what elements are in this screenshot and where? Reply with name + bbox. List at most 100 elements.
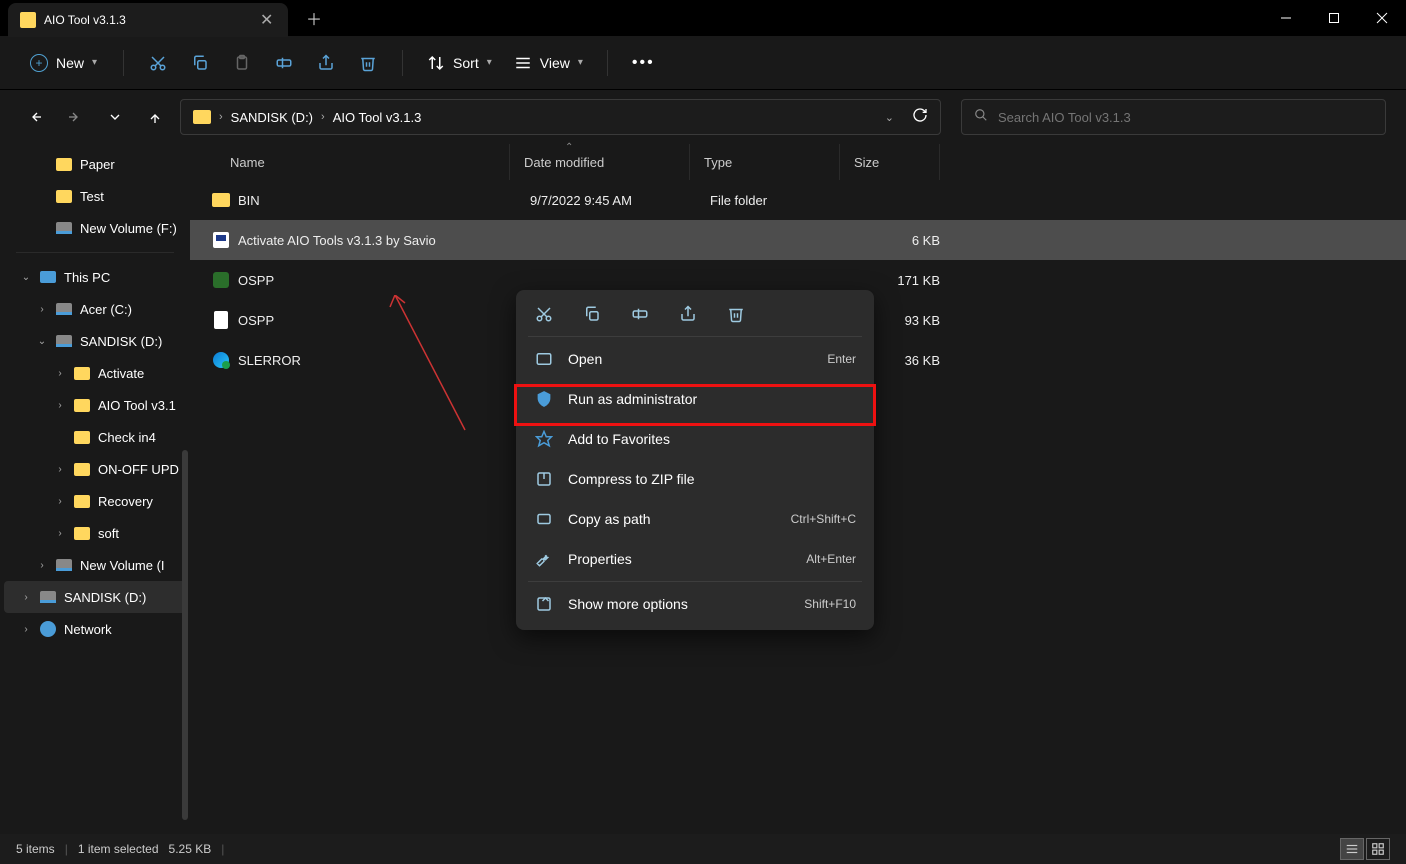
expand-icon[interactable]: › (54, 464, 66, 475)
sidebar-item-activate[interactable]: ›Activate (0, 357, 190, 389)
column-size[interactable]: Size (840, 144, 940, 180)
expand-icon[interactable]: › (20, 592, 32, 603)
navigation-pane: Paper Test New Volume (F:) ⌄This PC ›Ace… (0, 144, 190, 834)
back-button[interactable] (20, 102, 50, 132)
column-name[interactable]: Name (190, 144, 510, 180)
search-input[interactable] (998, 110, 1373, 125)
expand-icon[interactable]: › (54, 528, 66, 539)
ctx-run-as-admin[interactable]: Run as administrator (522, 379, 868, 419)
title-bar: AIO Tool v3.1.3 ✕ ＋ (0, 0, 1406, 36)
folder-icon (74, 431, 90, 444)
expand-icon[interactable]: › (54, 496, 66, 507)
column-type[interactable]: Type (690, 144, 840, 180)
collapse-icon[interactable]: ⌄ (20, 272, 32, 283)
sidebar-scrollbar[interactable] (182, 450, 188, 820)
cmd-file-icon (213, 232, 229, 248)
close-button[interactable] (1358, 0, 1406, 36)
expand-icon[interactable]: › (20, 624, 32, 635)
new-button[interactable]: + New ▾ (20, 50, 107, 76)
view-label: View (540, 55, 570, 71)
ctx-delete-button[interactable] (726, 304, 746, 324)
navigation-bar: › SANDISK (D:) › AIO Tool v3.1.3 ⌄ (0, 90, 1406, 144)
minimize-button[interactable] (1262, 0, 1310, 36)
sidebar-item-recovery[interactable]: ›Recovery (0, 485, 190, 517)
ctx-properties[interactable]: Properties Alt+Enter (522, 539, 868, 579)
column-headers: Name Date modified Type Size (190, 144, 1406, 180)
ctx-copy-path[interactable]: Copy as path Ctrl+Shift+C (522, 499, 868, 539)
thumbnails-view-button[interactable] (1366, 838, 1390, 860)
ctx-share-button[interactable] (678, 304, 698, 324)
window-tab[interactable]: AIO Tool v3.1.3 ✕ (8, 3, 288, 37)
view-button[interactable]: View ▾ (506, 50, 591, 76)
sidebar-item-acer[interactable]: ›Acer (C:) (0, 293, 190, 325)
ctx-rename-button[interactable] (630, 304, 650, 324)
chevron-right-icon: › (321, 111, 325, 123)
drive-icon (56, 222, 72, 234)
file-row-activate-aio[interactable]: Activate AIO Tools v3.1.3 by Savio 6 KB (190, 220, 1406, 260)
file-row-bin[interactable]: BIN 9/7/2022 9:45 AM File folder (190, 180, 1406, 220)
column-date[interactable]: Date modified (510, 144, 690, 180)
sidebar-item-checkin4[interactable]: Check in4 (0, 421, 190, 453)
chevron-down-icon[interactable]: ⌄ (885, 111, 904, 124)
plus-circle-icon: + (30, 54, 48, 72)
collapse-icon[interactable]: ⌄ (36, 336, 48, 347)
address-bar[interactable]: › SANDISK (D:) › AIO Tool v3.1.3 ⌄ (180, 99, 941, 135)
status-bar: 5 items | 1 item selected 5.25 KB | (0, 834, 1406, 864)
breadcrumb-segment[interactable]: AIO Tool v3.1.3 (333, 110, 422, 125)
folder-icon (74, 463, 90, 476)
rename-button[interactable] (266, 45, 302, 81)
recent-button[interactable] (100, 102, 130, 132)
status-selection: 1 item selected (78, 842, 159, 856)
expand-icon[interactable]: › (36, 304, 48, 315)
sidebar-item-network[interactable]: ›Network (0, 613, 190, 645)
sidebar-item-onoff[interactable]: ›ON-OFF UPD (0, 453, 190, 485)
expand-icon[interactable]: › (36, 560, 48, 571)
sidebar-item-sandisk2[interactable]: ›SANDISK (D:) (4, 581, 186, 613)
tab-title: AIO Tool v3.1.3 (44, 13, 252, 27)
ctx-compress-zip[interactable]: Compress to ZIP file (522, 459, 868, 499)
forward-button[interactable] (60, 102, 90, 132)
refresh-button[interactable] (912, 107, 928, 128)
folder-icon (74, 495, 90, 508)
chevron-down-icon: ▾ (578, 57, 583, 68)
sidebar-item-paper[interactable]: Paper (0, 148, 190, 180)
up-button[interactable] (140, 102, 170, 132)
sidebar-item-sandisk[interactable]: ⌄SANDISK (D:) (0, 325, 190, 357)
copy-button[interactable] (182, 45, 218, 81)
sort-button[interactable]: Sort ▾ (419, 50, 500, 76)
drive-icon (56, 559, 72, 571)
breadcrumb-segment[interactable]: SANDISK (D:) (231, 110, 313, 125)
drive-icon (56, 335, 72, 347)
expand-icon[interactable]: › (54, 368, 66, 379)
more-button[interactable]: ••• (624, 54, 663, 72)
sidebar-item-aio[interactable]: ›AIO Tool v3.1 (0, 389, 190, 421)
cut-button[interactable] (140, 45, 176, 81)
folder-icon (56, 158, 72, 171)
expand-icon[interactable]: › (54, 400, 66, 411)
ctx-copy-button[interactable] (582, 304, 602, 324)
context-icon-row (522, 296, 868, 334)
maximize-button[interactable] (1310, 0, 1358, 36)
delete-button[interactable] (350, 45, 386, 81)
details-view-button[interactable] (1340, 838, 1364, 860)
close-tab-icon[interactable]: ✕ (260, 10, 276, 30)
share-button[interactable] (308, 45, 344, 81)
ctx-add-favorites[interactable]: Add to Favorites (522, 419, 868, 459)
sidebar-item-soft[interactable]: ›soft (0, 517, 190, 549)
ctx-open[interactable]: Open Enter (522, 339, 868, 379)
window-controls (1262, 0, 1406, 36)
sidebar-item-thispc[interactable]: ⌄This PC (0, 261, 190, 293)
drive-icon (40, 591, 56, 603)
folder-icon (74, 367, 90, 380)
sidebar-item-newvol-f[interactable]: New Volume (F:) (0, 212, 190, 244)
ctx-show-more[interactable]: Show more options Shift+F10 (522, 584, 868, 624)
sort-indicator-icon: ⌃ (565, 142, 573, 153)
search-box[interactable] (961, 99, 1386, 135)
ctx-cut-button[interactable] (534, 304, 554, 324)
paste-button[interactable] (224, 45, 260, 81)
sidebar-item-newvol-i[interactable]: ›New Volume (I (0, 549, 190, 581)
new-tab-button[interactable]: ＋ (306, 6, 322, 30)
wrench-icon (534, 550, 554, 568)
vbs-file-icon (213, 272, 229, 288)
sidebar-item-test[interactable]: Test (0, 180, 190, 212)
